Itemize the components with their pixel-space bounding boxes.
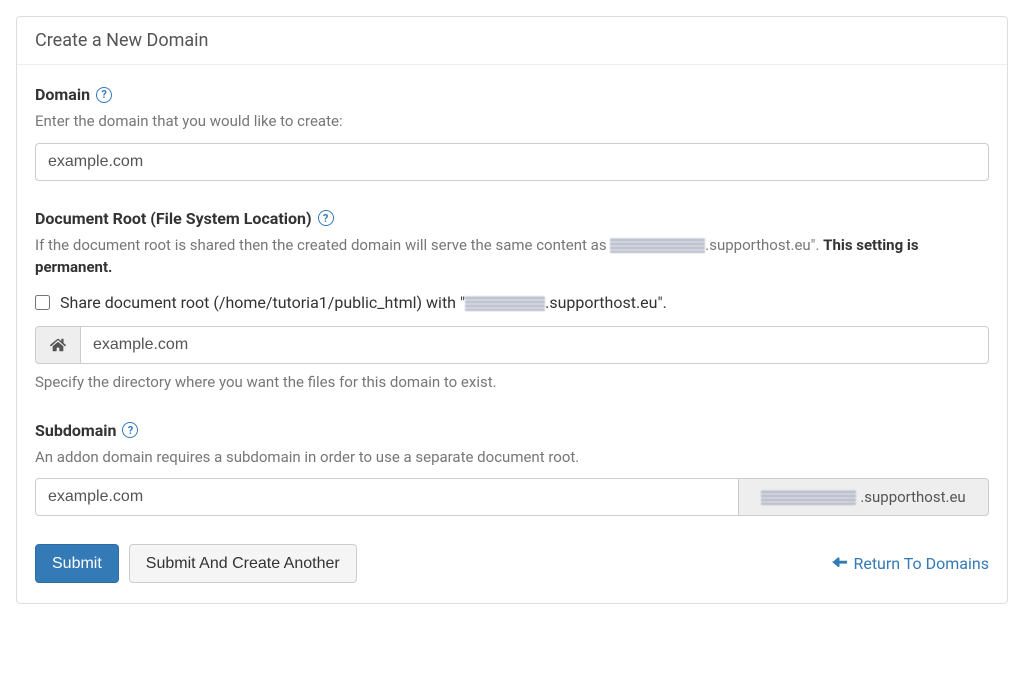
domain-label-row: Domain ? [35,85,989,104]
create-domain-panel: Create a New Domain Domain ? Enter the d… [16,16,1008,604]
docroot-label: Document Root (File System Location) [35,209,312,228]
subdomain-input-group: .supporthost.eu [35,478,989,516]
subdomain-suffix: .supporthost.eu [739,478,989,516]
redacted-host-2 [465,296,545,311]
share-docroot-row[interactable]: Share document root (/home/tutoria1/publ… [35,293,989,312]
docroot-below-text: Specify the directory where you want the… [35,372,989,393]
share-docroot-label: Share document root (/home/tutoria1/publ… [60,293,667,312]
redacted-host-1 [610,238,705,253]
domain-help-icon[interactable]: ? [96,87,112,103]
return-link[interactable]: Return To Domains [832,554,989,573]
subdomain-input[interactable] [35,478,739,516]
share-docroot-checkbox[interactable] [35,295,50,310]
button-row: Submit Submit And Create Another Return … [35,544,989,583]
panel-body: Domain ? Enter the domain that you would… [17,65,1007,603]
subdomain-help-icon[interactable]: ? [122,422,138,438]
subdomain-section: Subdomain ? An addon domain requires a s… [35,421,989,517]
domain-label: Domain [35,85,90,104]
submit-another-button[interactable]: Submit And Create Another [129,544,357,583]
docroot-input-group [35,326,989,364]
subdomain-label: Subdomain [35,421,116,440]
domain-section: Domain ? Enter the domain that you would… [35,85,989,181]
docroot-help-text: If the document root is shared then the … [35,234,989,279]
docroot-section: Document Root (File System Location) ? I… [35,209,989,393]
docroot-input[interactable] [80,326,989,364]
docroot-label-row: Document Root (File System Location) ? [35,209,989,228]
redacted-host-3 [761,490,856,505]
return-link-text: Return To Domains [853,554,989,573]
submit-button[interactable]: Submit [35,544,119,583]
home-icon [35,326,80,364]
domain-help-text: Enter the domain that you would like to … [35,110,989,133]
subdomain-help-text: An addon domain requires a subdomain in … [35,446,989,469]
panel-title: Create a New Domain [17,17,1007,65]
subdomain-label-row: Subdomain ? [35,421,989,440]
docroot-help-icon[interactable]: ? [318,210,334,226]
domain-input[interactable] [35,143,989,181]
return-icon [832,554,847,573]
